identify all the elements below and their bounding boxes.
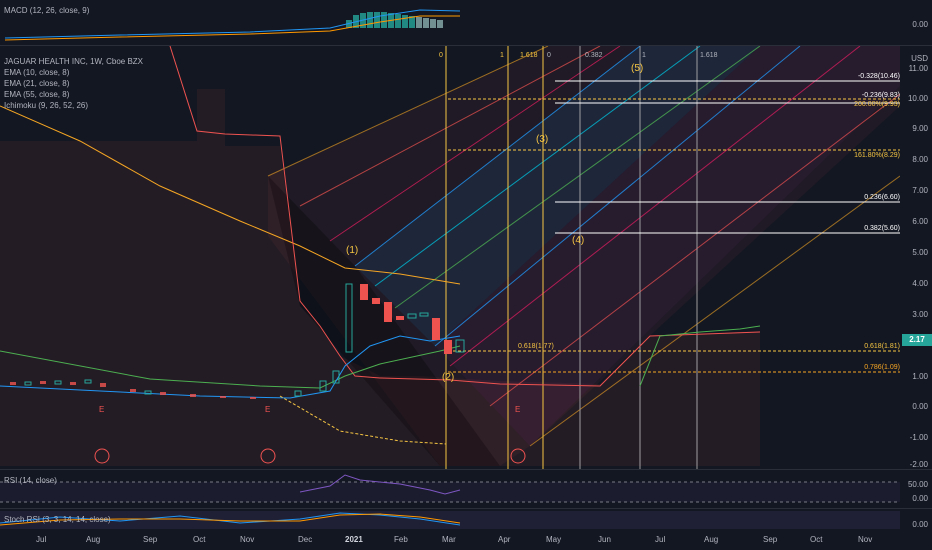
rsi-tick: 50.00 (907, 480, 928, 489)
candle (384, 302, 392, 322)
time-tick: May (546, 535, 562, 544)
fib-time-label: 1.618 (520, 52, 538, 59)
time-tick: Dec (298, 535, 313, 544)
time-tick: Feb (394, 535, 408, 544)
earnings-label: E (515, 405, 521, 414)
price-tick: 8.00 (912, 155, 928, 164)
price-tick: 3.00 (912, 310, 928, 319)
candle (372, 298, 380, 304)
time-tick: Jul (655, 535, 666, 544)
candle (396, 316, 404, 320)
indicator-ema21[interactable]: EMA (21, close, 8) (4, 79, 69, 89)
macd-pane: MACD (12, 26, close, 9) 0.00 (0, 0, 932, 45)
wave-label: (4) (572, 235, 585, 246)
indicator-ichimoku[interactable]: Ichimoku (9, 26, 52, 26) (4, 101, 88, 111)
rsi-pane: RSI (14, close) 50.00 0.00 (0, 470, 932, 508)
fib-time-label: 1 (500, 52, 504, 59)
fib-level-label: 161.80%(8.29) (854, 152, 900, 159)
fib-time-label: 1.618 (700, 52, 718, 59)
fib-level-label: 0.382(5.60) (864, 225, 900, 232)
price-tick: 5.00 (912, 248, 928, 257)
time-tick: Sep (143, 535, 158, 544)
time-tick: Jun (598, 535, 611, 544)
price-tick: 1.00 (912, 372, 928, 381)
fib-level-label: -0.236(9.83) (861, 92, 900, 99)
stoch-legend[interactable]: Stoch RSI (3, 3, 14, 14, close) (4, 515, 111, 525)
time-tick: Oct (810, 535, 823, 544)
stoch-tick: 0.00 (912, 520, 928, 529)
time-tick: Nov (240, 535, 255, 544)
time-axis[interactable]: Jul Aug Sep Oct Nov Dec 2021 Feb Mar Apr… (0, 531, 932, 550)
time-tick: Oct (193, 535, 206, 544)
wave-label: (1) (346, 245, 359, 256)
price-tick: -1.00 (909, 433, 928, 442)
price-tick: 10.00 (907, 94, 928, 103)
fib-level-label: 200.00%(9.93) (854, 101, 900, 108)
candle (444, 340, 452, 354)
rsi-canvas (0, 474, 900, 503)
price-tick: 4.00 (912, 279, 928, 288)
time-tick: Aug (86, 535, 101, 544)
fib-level-label: -0.328(10.46) (857, 73, 900, 80)
candle (432, 318, 440, 340)
indicator-ema55[interactable]: EMA (55, close, 8) (4, 90, 69, 100)
main-chart-canvas[interactable] (0, 46, 900, 469)
price-tick: 9.00 (912, 124, 928, 133)
time-tick: Sep (763, 535, 778, 544)
fib-level-label: 0.618(1.81) (864, 343, 900, 350)
symbol-title[interactable]: JAGUAR HEALTH INC, 1W, Cboe BZX (4, 57, 143, 67)
rsi-legend[interactable]: RSI (14, close) (4, 476, 57, 486)
time-tick: Mar (442, 535, 456, 544)
main-chart-pane[interactable]: JAGUAR HEALTH INC, 1W, Cboe BZX EMA (10,… (0, 46, 932, 469)
time-tick: Jul (36, 535, 47, 544)
fib-level-label: 0.786(1.09) (864, 364, 900, 371)
currency-label: USD (911, 54, 928, 63)
wave-label: (3) (536, 134, 549, 145)
price-tick: 7.00 (912, 186, 928, 195)
time-tick: Aug (704, 535, 719, 544)
time-tick: Apr (498, 535, 511, 544)
price-tick: 11.00 (908, 64, 928, 73)
stoch-rsi-pane: Stoch RSI (3, 3, 14, 14, close) 0.00 (0, 509, 932, 531)
fib-time-label: 0 (547, 52, 551, 59)
candle (360, 284, 368, 300)
price-tick: 6.00 (912, 217, 928, 226)
stoch-canvas (0, 511, 900, 529)
fib-level-label: 0.236(6.60) (864, 194, 900, 201)
macd-histogram (4, 9, 461, 41)
indicator-ema10[interactable]: EMA (10, close, 8) (4, 68, 69, 78)
price-tick: 0.00 (912, 402, 928, 411)
wave-label: (2) (442, 372, 455, 383)
time-tick: 2021 (345, 535, 363, 544)
fib-time-label: 0 (439, 52, 443, 59)
earnings-label: E (99, 405, 105, 414)
macd-zero-tick: 0.00 (912, 20, 928, 29)
last-price-badge: 2.17 (902, 334, 932, 346)
time-tick: Nov (858, 535, 873, 544)
rsi-tick: 0.00 (912, 494, 928, 503)
earnings-label: E (265, 405, 271, 414)
fib-level-label-left: 0.618(1.77) (518, 343, 554, 350)
fib-time-label: 1 (642, 52, 646, 59)
fib-time-label: 0.382 (585, 52, 603, 59)
price-tick: -2.00 (909, 460, 928, 469)
wave-label: (5) (631, 63, 644, 74)
